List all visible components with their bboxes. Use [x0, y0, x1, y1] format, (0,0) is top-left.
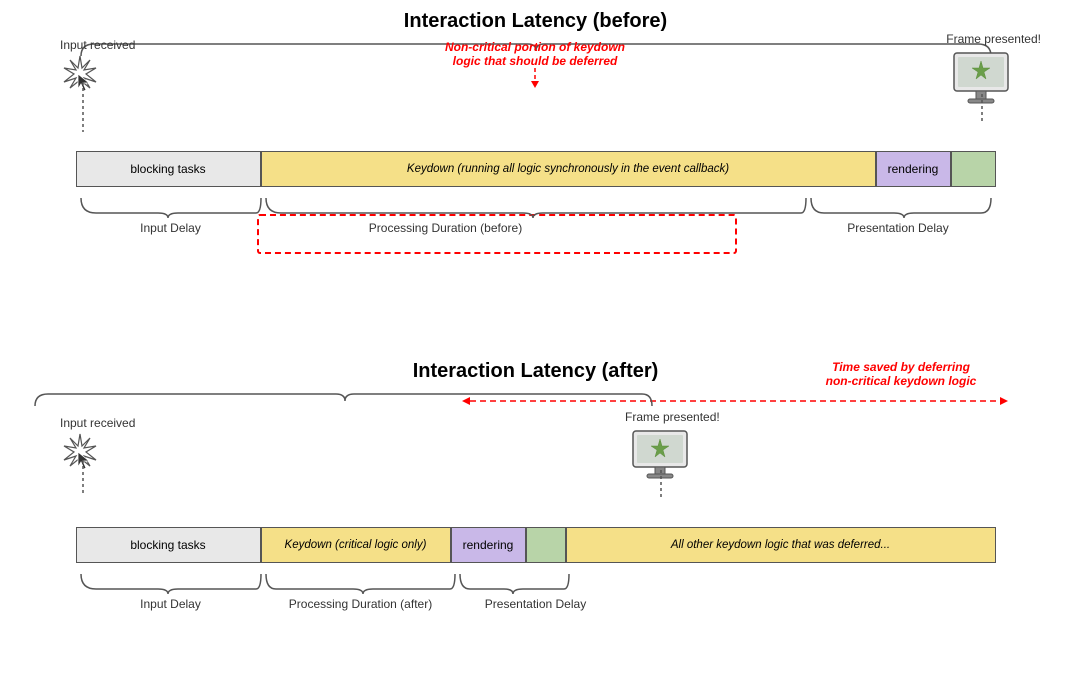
bar-blocking-bottom: blocking tasks	[76, 527, 261, 563]
top-diagram: Interaction Latency (before) Input recei…	[30, 10, 1041, 241]
input-received-label: Input received	[60, 38, 135, 52]
bottom-main-brace-container	[30, 391, 660, 409]
input-delay-label-bottom: Input Delay	[96, 597, 246, 611]
bar-rendering-top	[951, 151, 996, 187]
bar-keydown-bottom: Keydown (critical logic only)	[261, 527, 451, 563]
frame-dotted-line-top	[981, 94, 983, 124]
processing-duration-label-top: Processing Duration (before)	[306, 221, 586, 235]
frame-presented-group-top: Frame presented!	[946, 32, 1041, 113]
time-saved-line1: Time saved by deferring	[832, 360, 970, 374]
top-sub-labels: Input Delay Processing Duration (before)…	[76, 221, 996, 241]
cursor-icon-top	[60, 54, 110, 104]
presentation-delay-label-top: Presentation Delay	[806, 221, 991, 235]
cursor-icon-bottom	[60, 432, 110, 482]
frame-presented-group-bottom: Frame presented!	[625, 410, 720, 489]
input-received-group: Input received	[60, 38, 135, 104]
bar-rendering-purple-bottom: rendering	[451, 527, 526, 563]
frame-presented-label-top: Frame presented!	[946, 32, 1041, 46]
top-timeline: blocking tasks Keydown (running all logi…	[76, 151, 996, 191]
input-delay-label-top: Input Delay	[96, 221, 246, 235]
bar-deferred-bottom: All other keydown logic that was deferre…	[566, 527, 996, 563]
top-title: Interaction Latency (before)	[30, 10, 1041, 33]
time-saved-annotation: Time saved by deferring non-critical key…	[761, 360, 1041, 388]
input-dotted-line-top	[82, 82, 84, 132]
non-critical-line2: logic that should be deferred	[453, 54, 618, 68]
non-critical-line1: Non-critical portion of keydown	[445, 40, 625, 54]
input-dotted-line-bottom	[82, 460, 84, 495]
bottom-timeline: blocking tasks Keydown (critical logic o…	[76, 527, 996, 567]
main-container: Interaction Latency (before) Input recei…	[0, 0, 1071, 690]
input-received-label-bottom: Input received	[60, 416, 135, 430]
bottom-diagram: Interaction Latency (after) Time saved b…	[30, 360, 1041, 617]
non-critical-annotation: Non-critical portion of keydown logic th…	[335, 40, 735, 88]
bar-rendering-green-bottom	[526, 527, 566, 563]
bottom-sub-braces	[76, 569, 996, 597]
presentation-delay-label-bottom: Presentation Delay	[461, 597, 611, 611]
frame-presented-label-bottom: Frame presented!	[625, 410, 720, 424]
bottom-sub-labels: Input Delay Processing Duration (after) …	[76, 597, 996, 617]
non-critical-arrow	[335, 68, 735, 88]
bar-blocking-top: blocking tasks	[76, 151, 261, 187]
bottom-main-brace	[30, 391, 660, 409]
frame-dotted-line-bottom	[660, 470, 662, 498]
bar-keydown-top: Keydown (running all logic synchronously…	[261, 151, 876, 187]
processing-duration-label-bottom: Processing Duration (after)	[266, 597, 456, 611]
input-received-group-bottom: Input received	[60, 416, 135, 482]
time-saved-line2: non-critical keydown logic	[826, 374, 977, 388]
bar-rendering-purple-top: rendering	[876, 151, 951, 187]
top-sub-braces	[76, 193, 996, 221]
